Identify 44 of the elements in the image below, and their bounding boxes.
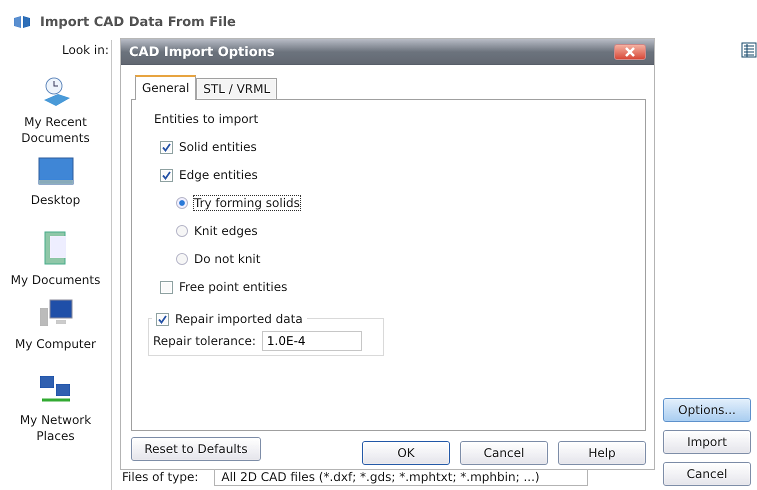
checkbox-label: Repair imported data	[175, 312, 303, 326]
dialog-button[interactable]: Cancel	[663, 462, 751, 486]
radio-label: Do not knit	[194, 252, 260, 266]
place-label: Desktop	[30, 192, 80, 209]
tab[interactable]: STL / VRML	[196, 78, 278, 99]
files-of-type-label: Files of type:	[122, 470, 198, 484]
radio-label: Try forming solids	[194, 196, 300, 210]
place-item[interactable]: My Computer	[6, 298, 106, 364]
checkbox[interactable]	[160, 140, 173, 154]
place-label: My Recent Documents	[20, 114, 91, 146]
place-label: My Computer	[15, 336, 96, 353]
radio-button[interactable]	[176, 225, 188, 237]
section-label: Entities to import	[154, 112, 260, 126]
place-item[interactable]: My Network Places	[6, 374, 106, 444]
radio-label: Knit edges	[194, 224, 258, 238]
dialog-button[interactable]: OK	[362, 441, 450, 465]
dialog-button[interactable]: Import	[663, 430, 751, 454]
place-item[interactable]: My Recent Documents	[6, 76, 106, 146]
checkbox[interactable]	[160, 280, 173, 294]
checkbox[interactable]	[160, 168, 173, 182]
checkbox[interactable]	[156, 312, 169, 326]
look-in-label: Look in:	[62, 43, 109, 57]
tolerance-field[interactable]: 1.0E-4	[262, 331, 362, 351]
checkbox-label: Edge entities	[179, 168, 258, 182]
checkbox-label: Free point entities	[179, 280, 288, 294]
tab[interactable]: General	[135, 75, 196, 100]
close-icon	[623, 47, 637, 57]
window-title: Import CAD Data From File	[40, 14, 236, 30]
place-label: My Network Places	[18, 412, 92, 444]
dialog-button[interactable]: Options...	[663, 398, 751, 422]
dialog-title: CAD Import Options	[129, 44, 276, 60]
reset-button[interactable]: Reset to Defaults	[131, 437, 261, 461]
radio-button[interactable]	[176, 197, 188, 209]
close-button[interactable]	[614, 44, 646, 60]
dialog-button[interactable]: Cancel	[460, 441, 548, 465]
dialog-button[interactable]: Help	[558, 441, 646, 465]
radio-button[interactable]	[176, 253, 188, 265]
details-view-icon[interactable]	[741, 42, 757, 58]
place-item[interactable]: Desktop	[6, 156, 106, 220]
checkbox-label: Solid entities	[179, 140, 257, 154]
place-label: My Documents	[10, 272, 100, 288]
tolerance-label: Repair tolerance:	[153, 334, 256, 348]
place-item[interactable]: My Documents	[6, 230, 106, 288]
desktop-icon	[38, 156, 74, 186]
